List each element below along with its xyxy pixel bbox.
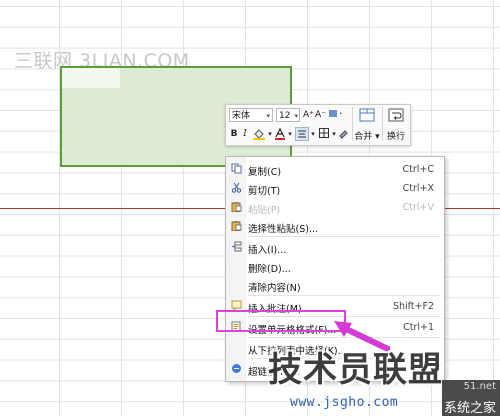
corner-badge-line-1: 51.net	[463, 381, 496, 392]
menu-item-clear-contents[interactable]: 清除内容(N)	[226, 275, 444, 295]
menu-item-label: 插入(I)...	[248, 245, 287, 256]
menu-item-insert[interactable]: 插入(I)...	[226, 237, 444, 257]
menu-item-label: 清除内容(N)	[248, 283, 301, 294]
bold-button[interactable]: B	[229, 127, 239, 141]
hyperlink-icon	[231, 363, 242, 374]
menu-item-shortcut: Ctrl+C	[402, 164, 435, 175]
font-size-value: 12	[279, 111, 291, 121]
style-brush-icon	[329, 110, 342, 117]
brand-url-watermark: www.jsgho.com	[290, 395, 399, 410]
active-cell[interactable]	[62, 68, 120, 88]
menu-item-paste-special[interactable]: 选择性粘贴(S)...	[226, 216, 444, 236]
chevron-down-icon[interactable]: ▾	[331, 127, 337, 141]
font-name-value: 宋体	[232, 111, 251, 121]
font-color-icon	[275, 127, 285, 140]
merge-button[interactable]: 合并 ▾	[353, 108, 381, 142]
corner-site-badge: 51.net 系统之家	[442, 380, 500, 416]
brand-watermark: 技术员联盟	[268, 350, 443, 390]
merge-label: 合并 ▾	[354, 132, 380, 142]
format-painter-icon	[339, 130, 348, 139]
copy-icon	[231, 163, 242, 174]
mini-toolbar-row-2: B I ▾ ▾ ▾ ▾	[229, 127, 351, 143]
wrap-text-button[interactable]: 换行	[382, 108, 410, 142]
align-center-icon	[298, 130, 306, 138]
cut-icon	[231, 182, 242, 193]
menu-item-delete[interactable]: 删除(D)...	[226, 256, 444, 276]
italic-button[interactable]: I	[240, 127, 250, 141]
wrap-text-label: 换行	[386, 132, 405, 142]
corner-badge-line-2: 系统之家	[443, 401, 496, 416]
font-color-button[interactable]	[274, 127, 286, 141]
chevron-down-icon[interactable]: ▾	[287, 127, 293, 141]
font-name-select[interactable]: 宋体 ▾	[229, 108, 273, 122]
merge-cells-icon	[359, 108, 375, 122]
wrap-text-icon	[388, 108, 404, 122]
paste-special-icon	[231, 220, 242, 232]
menu-item-shortcut: Ctrl+X	[402, 183, 434, 194]
fill-color-button[interactable]	[252, 127, 266, 141]
chevron-down-icon: ▾	[294, 112, 298, 120]
align-button[interactable]	[295, 127, 309, 141]
mini-toolbar: 宋体 ▾ 12 ▾ A⁺ A⁻ B I ▾ ▾ ▾ ▾ 合并 ▾ 换行	[225, 104, 411, 146]
borders-icon	[319, 128, 329, 138]
paste-icon	[231, 201, 242, 213]
menu-item-label: 删除(D)...	[248, 264, 291, 275]
format-style-button[interactable]	[327, 108, 345, 122]
shrink-font-button[interactable]: A⁻	[315, 108, 326, 122]
menu-item-label: 剪切(T)	[248, 186, 281, 197]
insert-icon	[231, 241, 242, 252]
mini-toolbar-row-1: 宋体 ▾ 12 ▾ A⁺ A⁻	[229, 108, 349, 124]
chevron-down-icon[interactable]: ▾	[267, 127, 273, 141]
menu-item-paste[interactable]: 粘贴(P) Ctrl+V	[226, 197, 444, 217]
fill-bucket-icon	[253, 129, 265, 140]
menu-item-label: 复制(C)	[248, 167, 282, 178]
menu-item-label: 选择性粘贴(S)...	[248, 224, 319, 235]
menu-item-cut[interactable]: 剪切(T) Ctrl+X	[226, 178, 444, 198]
font-size-select[interactable]: 12 ▾	[276, 108, 300, 122]
grow-font-button[interactable]: A⁺	[303, 108, 314, 122]
menu-item-shortcut: Ctrl+1	[403, 322, 434, 333]
format-painter-button[interactable]	[338, 127, 350, 141]
menu-item-label: 粘贴(P)	[248, 205, 281, 216]
chevron-down-icon[interactable]: ▾	[310, 127, 316, 141]
menu-item-shortcut: Shift+F2	[392, 301, 434, 312]
borders-button[interactable]	[318, 127, 330, 141]
menu-item-shortcut: Ctrl+V	[402, 202, 434, 213]
chevron-down-icon: ▾	[266, 112, 270, 120]
menu-item-copy[interactable]: 复制(C) Ctrl+C	[226, 159, 444, 179]
